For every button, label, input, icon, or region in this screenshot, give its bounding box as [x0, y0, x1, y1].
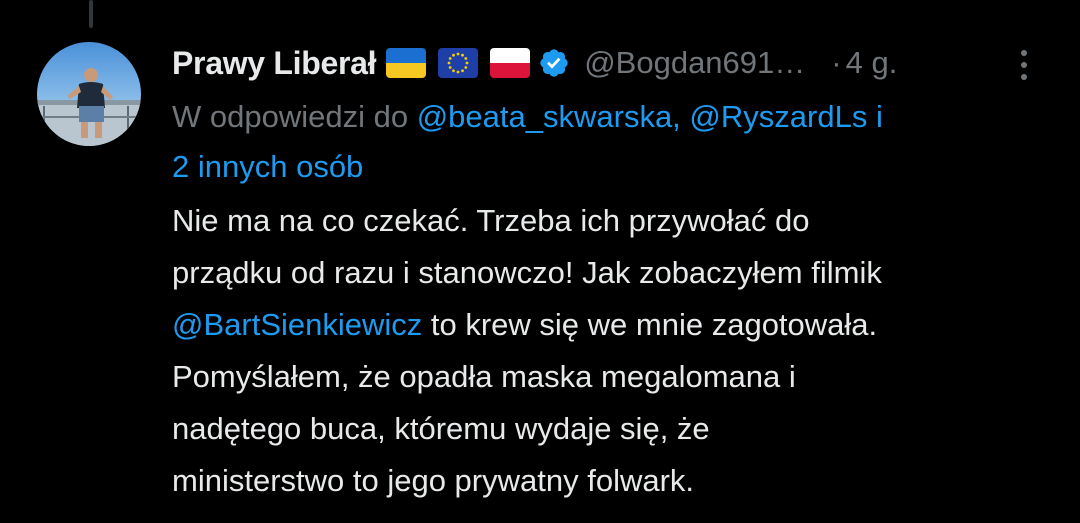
reply-mention-beata-skwarska[interactable]: @beata_skwarska,: [417, 99, 681, 134]
tweet-text-line: Pomyślałem, że opadła maska megalomana i: [172, 359, 796, 394]
author-handle[interactable]: @Bogdan691…: [584, 45, 805, 81]
reply-mention-ryszardls[interactable]: @RyszardLs: [689, 99, 867, 134]
thread-connector-line: [89, 0, 93, 28]
eu-flag-icon: [438, 48, 479, 78]
reply-prefix: W odpowiedzi do: [172, 99, 409, 134]
tweet-text-fragment: to krew się we mnie zagotowała.: [422, 307, 878, 342]
ukraine-flag-icon: [386, 48, 427, 78]
author-display-name[interactable]: Prawy Liberał: [172, 45, 377, 82]
tweet-text-line: Nie ma na co czekać. Trzeba ich przywoła…: [172, 203, 810, 238]
poland-flag-icon: [490, 48, 531, 78]
tweet-text-line: ministerstwo to jego prywatny folwark.: [172, 463, 695, 498]
meta-separator: ·: [831, 45, 842, 80]
tweet-text-line: @BartSienkiewicz to krew się we mnie zag…: [172, 299, 1052, 351]
reply-others-link[interactable]: 2 innych osób: [172, 149, 363, 184]
tweet-text-line: prządku od razu i stanowczo! Jak zobaczy…: [172, 255, 882, 290]
tweet-header: Prawy Liberał @Bogdan691… · 4 g.: [172, 40, 1052, 86]
tweet-body: Nie ma na co czekać. Trzeba ich przywoła…: [172, 195, 1052, 507]
author-avatar[interactable]: [37, 42, 141, 146]
tweet-timestamp[interactable]: 4 g.: [846, 45, 898, 81]
more-options-icon[interactable]: [1014, 48, 1034, 82]
tweet-text-line: nadętego buca, któremu wydaje się, że: [172, 411, 710, 446]
verified-badge-icon: [538, 47, 570, 79]
reply-context: W odpowiedzi do @beata_skwarska, @Ryszar…: [172, 92, 1052, 192]
reply-conjunction[interactable]: i: [876, 99, 883, 134]
avatar-photo: [37, 42, 141, 146]
tweet-mention-bartsienkiewicz[interactable]: @BartSienkiewicz: [172, 307, 422, 342]
